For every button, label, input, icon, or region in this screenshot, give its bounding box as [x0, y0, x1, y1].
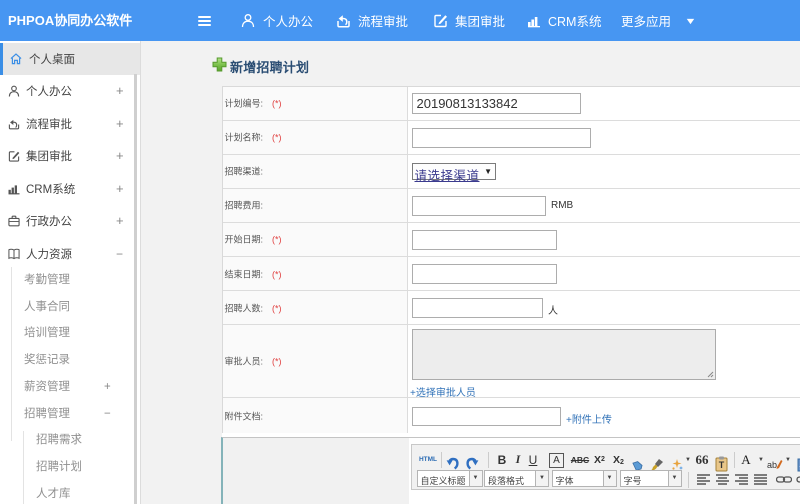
svg-text:T: T — [719, 460, 725, 470]
svg-text:ab: ab — [767, 460, 777, 470]
